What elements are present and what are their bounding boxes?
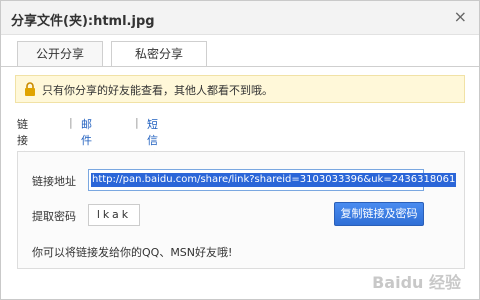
tab-private-share[interactable]: 私密分享 [111,41,207,67]
tab-public-share[interactable]: 公开分享 [17,41,103,67]
privacy-notice: 只有你分享的好友能查看，其他人都看不到哦。 [15,75,465,103]
link-share-panel: 链接地址 http://pan.baidu.com/share/link?sha… [17,151,465,269]
dialog-title: 分享文件(夹):html.jpg [11,14,155,29]
share-dialog: 分享文件(夹):html.jpg × 公开分享 私密分享 只有你分享的好友能查看… [0,0,480,300]
tab-divider [1,66,479,67]
notice-text: 只有你分享的好友能查看，其他人都看不到哦。 [42,84,273,97]
share-link-field[interactable]: http://pan.baidu.com/share/link?shareid=… [88,169,457,191]
share-hint: 你可以将链接发给你的QQ、MSN好友哦! [32,246,233,259]
link-label: 链接地址 [32,175,76,188]
copy-link-and-code-button[interactable]: 复制链接及密码 [334,202,424,226]
code-label: 提取密码 [32,210,76,223]
title-bar: 分享文件(夹):html.jpg × [1,1,479,35]
separator: | [69,116,73,129]
share-link-text: http://pan.baidu.com/share/link?shareid=… [91,173,457,187]
lock-icon [25,82,35,96]
extraction-code-field[interactable]: lkak [88,204,140,226]
separator: | [135,116,139,129]
close-icon[interactable]: × [454,9,467,25]
watermark: Baidu 经验 [372,273,461,292]
